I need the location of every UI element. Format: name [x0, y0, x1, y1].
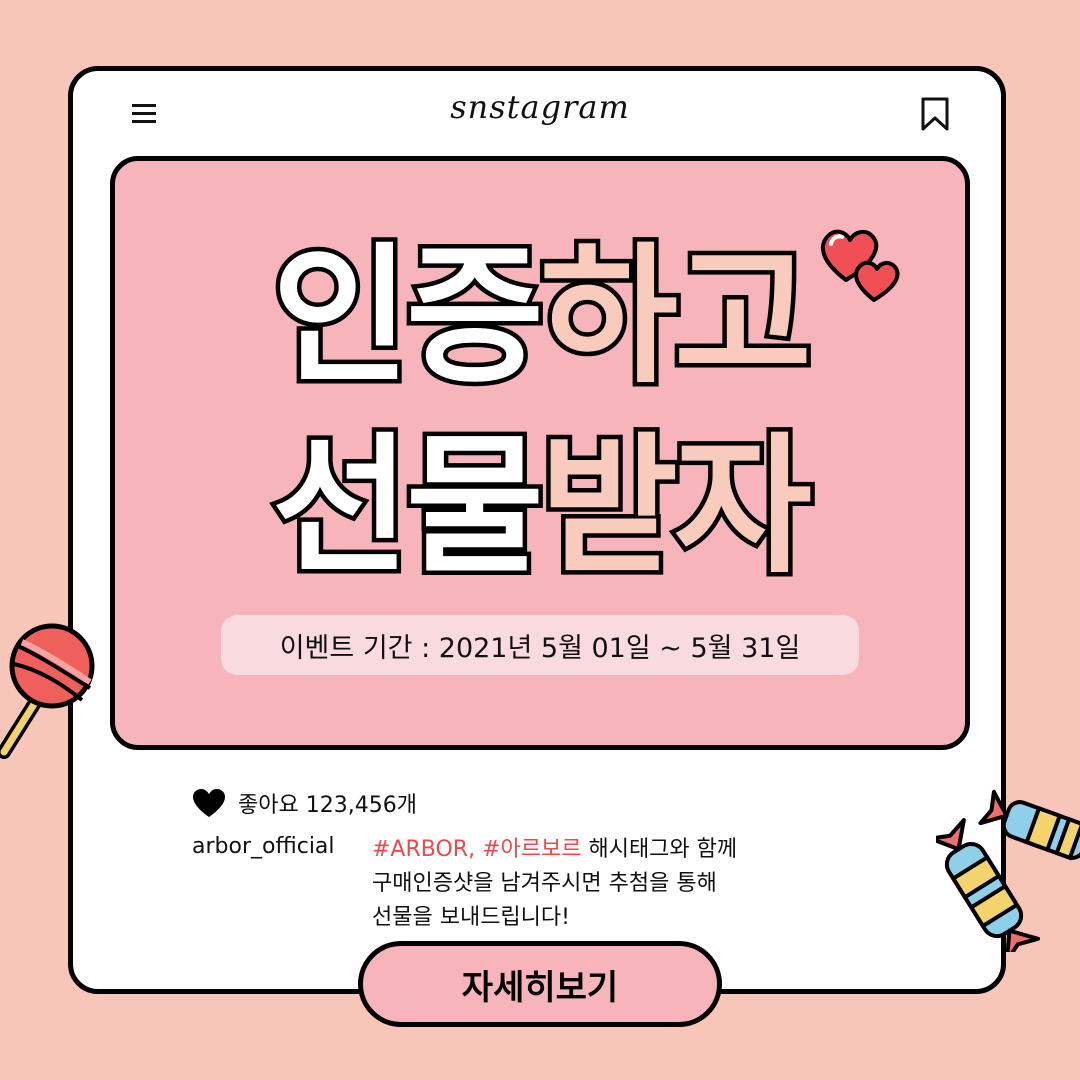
likes-count: 좋아요 123,456개 — [238, 793, 417, 818]
hamburger-menu-icon[interactable] — [130, 100, 158, 128]
candy-icon — [936, 789, 1080, 952]
caption-line-2: 구매인증샷을 남겨주시면 추첨을 통해 — [372, 871, 717, 896]
username[interactable]: arbor_official — [192, 834, 335, 859]
headline-line-2: 선물받자 — [0, 428, 1080, 587]
caption-line-1: 해시태그와 함께 — [581, 837, 738, 862]
caption: #ARBOR, #아르보르 해시태그와 함께 구매인증샷을 남겨주시면 추첨을 … — [372, 833, 792, 935]
lollipop-icon — [0, 623, 95, 759]
headline-pink-1: 하고 — [535, 230, 816, 404]
headline-pink-2: 받자 — [535, 420, 816, 594]
heart-icon[interactable] — [192, 788, 226, 818]
headline-white-1: 인증 — [267, 230, 548, 404]
bookmark-icon[interactable] — [918, 96, 952, 132]
likes-row: 좋아요 123,456개 — [192, 786, 417, 820]
caption-line-3: 선물을 보내드립니다! — [372, 905, 570, 930]
app-logo: snstagram — [450, 88, 630, 126]
hearts-icon — [820, 229, 900, 302]
headline-white-2: 선물 — [267, 420, 548, 594]
headline-line-1: 인증하고 — [0, 238, 1080, 397]
view-details-button[interactable]: 자세히보기 — [358, 941, 722, 1027]
event-period: 이벤트 기간 : 2021년 5월 01일 ~ 5월 31일 — [221, 615, 859, 675]
hashtags[interactable]: #ARBOR, #아르보르 — [372, 837, 581, 862]
